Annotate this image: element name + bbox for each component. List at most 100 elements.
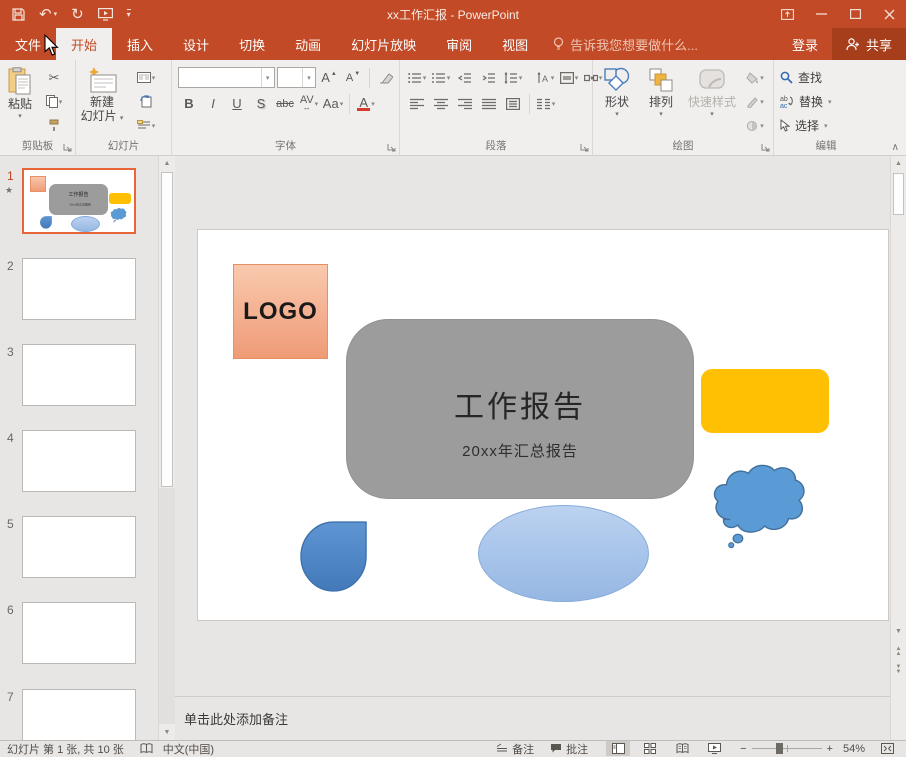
font-size-combo[interactable]: ▾ bbox=[277, 67, 316, 88]
title-rounded-rectangle-shape[interactable]: 工作报告 20xx年汇总报告 bbox=[346, 319, 694, 499]
collapse-ribbon-button[interactable]: ∧ bbox=[892, 142, 899, 153]
spell-check-button[interactable] bbox=[140, 743, 153, 754]
align-left-button[interactable] bbox=[406, 93, 428, 114]
scroll-up-icon[interactable]: ▲ bbox=[159, 156, 175, 171]
tab-slideshow[interactable]: 幻灯片放映 bbox=[336, 28, 431, 60]
clear-formatting-button[interactable] bbox=[375, 67, 397, 88]
scroll-down-icon[interactable]: ▼ bbox=[159, 725, 175, 740]
main-scrollbar-thumb[interactable] bbox=[893, 173, 904, 215]
font-dialog-launcher[interactable] bbox=[387, 143, 396, 152]
arrange-button[interactable]: 排列 ▾ bbox=[639, 63, 683, 139]
slide-sorter-view-button[interactable] bbox=[638, 741, 662, 756]
character-spacing-button[interactable]: AV↔ ▾ bbox=[298, 93, 320, 114]
tab-transitions[interactable]: 切换 bbox=[224, 28, 280, 60]
tab-insert[interactable]: 插入 bbox=[112, 28, 168, 60]
scroll-up-icon[interactable]: ▲ bbox=[891, 156, 906, 171]
change-case-button[interactable]: Aa▾ bbox=[322, 93, 344, 114]
tab-review[interactable]: 审阅 bbox=[431, 28, 487, 60]
shapes-button[interactable]: 形状 ▾ bbox=[595, 63, 639, 139]
ellipse-shape[interactable] bbox=[478, 505, 649, 602]
numbering-button[interactable]: ▾ bbox=[430, 67, 452, 88]
main-vertical-scrollbar[interactable]: ▲ ▼ ▲▲ ▼▼ bbox=[890, 156, 906, 740]
ribbon-display-options-button[interactable] bbox=[770, 0, 804, 28]
align-text-button[interactable]: ▾ bbox=[558, 67, 580, 88]
zoom-out-button[interactable]: − bbox=[740, 743, 746, 755]
underline-button[interactable]: U bbox=[226, 93, 248, 114]
bullets-button[interactable]: ▾ bbox=[406, 67, 428, 88]
zoom-slider-thumb[interactable] bbox=[776, 743, 783, 754]
paste-button[interactable]: 粘贴 ▾ bbox=[2, 63, 38, 139]
thumbnail-scrollbar-thumb[interactable] bbox=[161, 172, 173, 487]
increase-font-size-button[interactable]: A▲ bbox=[318, 67, 340, 88]
font-name-combo[interactable]: ▾ bbox=[178, 67, 275, 88]
repeat-button[interactable]: ↻ bbox=[71, 7, 84, 22]
shape-outline-button[interactable]: ▾ bbox=[741, 91, 769, 112]
zoom-in-button[interactable]: + bbox=[827, 743, 833, 755]
logo-shape[interactable]: LOGO bbox=[233, 264, 328, 359]
distribute-text-button[interactable] bbox=[502, 93, 524, 114]
notes-toggle-button[interactable]: 备注 bbox=[496, 741, 534, 757]
copy-button[interactable]: ▾ bbox=[38, 91, 70, 112]
format-painter-button[interactable] bbox=[38, 115, 70, 136]
align-center-button[interactable] bbox=[430, 93, 452, 114]
paragraph-dialog-launcher[interactable] bbox=[580, 143, 589, 152]
tab-view[interactable]: 视图 bbox=[487, 28, 543, 60]
normal-view-button[interactable] bbox=[606, 741, 630, 756]
select-button[interactable]: 选择 ▾ bbox=[776, 115, 876, 136]
line-spacing-button[interactable]: ▾ bbox=[502, 67, 524, 88]
sign-in-button[interactable]: 登录 bbox=[778, 28, 832, 60]
cloud-callout-shape[interactable] bbox=[709, 460, 809, 550]
reading-view-button[interactable] bbox=[670, 741, 694, 756]
new-slide-button[interactable]: 新建 幻灯片 ▾ bbox=[78, 63, 126, 139]
save-button[interactable] bbox=[12, 8, 25, 21]
decrease-indent-button[interactable] bbox=[454, 67, 476, 88]
align-right-button[interactable] bbox=[454, 93, 476, 114]
text-direction-button[interactable]: A▾ bbox=[534, 67, 556, 88]
columns-button[interactable]: ▾ bbox=[535, 93, 557, 114]
notes-pane[interactable]: 单击此处添加备注 bbox=[175, 696, 890, 740]
section-button[interactable]: ▾ bbox=[126, 115, 166, 136]
previous-slide-button[interactable]: ▲▲ bbox=[891, 644, 906, 660]
font-color-button[interactable]: A ▾ bbox=[355, 93, 377, 114]
comments-toggle-button[interactable]: 批注 bbox=[550, 741, 588, 757]
slideshow-view-button[interactable] bbox=[702, 741, 726, 756]
language-indicator[interactable]: 中文(中国) bbox=[163, 741, 214, 757]
italic-button[interactable]: I bbox=[202, 93, 224, 114]
zoom-slider[interactable] bbox=[752, 741, 822, 756]
maximize-button[interactable] bbox=[838, 0, 872, 28]
start-from-beginning-button[interactable] bbox=[98, 8, 113, 21]
shape-fill-button[interactable]: ▾ bbox=[741, 67, 769, 88]
replace-button[interactable]: abac 替换 ▾ bbox=[776, 91, 876, 112]
yellow-rounded-rectangle-shape[interactable] bbox=[701, 369, 829, 433]
bold-button[interactable]: B bbox=[178, 93, 200, 114]
close-button[interactable] bbox=[872, 0, 906, 28]
fit-slide-to-window-button[interactable] bbox=[875, 741, 899, 756]
teardrop-shape[interactable] bbox=[300, 520, 368, 594]
customize-qat-button[interactable]: ▾ bbox=[127, 9, 131, 19]
zoom-level[interactable]: 54% bbox=[843, 743, 865, 755]
increase-indent-button[interactable] bbox=[478, 67, 500, 88]
slide-1-editing-surface[interactable]: LOGO 工作报告 20xx年汇总报告 bbox=[197, 229, 889, 621]
thumbnail-scrollbar[interactable]: ▲ ▼ bbox=[158, 156, 175, 740]
scroll-down-icon[interactable]: ▼ bbox=[891, 624, 906, 639]
quick-styles-button[interactable]: 快速样式 ▾ bbox=[683, 63, 741, 139]
text-shadow-button[interactable]: S bbox=[250, 93, 272, 114]
shape-effects-button[interactable]: ▾ bbox=[741, 115, 769, 136]
next-slide-button[interactable]: ▼▼ bbox=[891, 662, 906, 678]
find-button[interactable]: 查找 bbox=[776, 67, 876, 88]
strikethrough-button[interactable]: abc bbox=[274, 93, 296, 114]
tab-animations[interactable]: 动画 bbox=[280, 28, 336, 60]
minimize-button[interactable] bbox=[804, 0, 838, 28]
tell-me-box[interactable]: 告诉我您想要做什么... bbox=[553, 28, 698, 60]
justify-button[interactable] bbox=[478, 93, 500, 114]
cut-button[interactable]: ✂ bbox=[38, 67, 70, 88]
tab-design[interactable]: 设计 bbox=[168, 28, 224, 60]
reset-slide-button[interactable] bbox=[126, 91, 166, 112]
undo-button[interactable]: ↶▾ bbox=[39, 7, 57, 22]
clipboard-dialog-launcher[interactable] bbox=[63, 143, 72, 152]
decrease-font-size-button[interactable]: A▼ bbox=[342, 67, 364, 88]
layout-button[interactable]: ▾ bbox=[126, 67, 166, 88]
tab-home[interactable]: 开始 bbox=[56, 28, 112, 60]
tab-file[interactable]: 文件 bbox=[0, 28, 56, 60]
share-button[interactable]: 共享 bbox=[832, 28, 906, 60]
